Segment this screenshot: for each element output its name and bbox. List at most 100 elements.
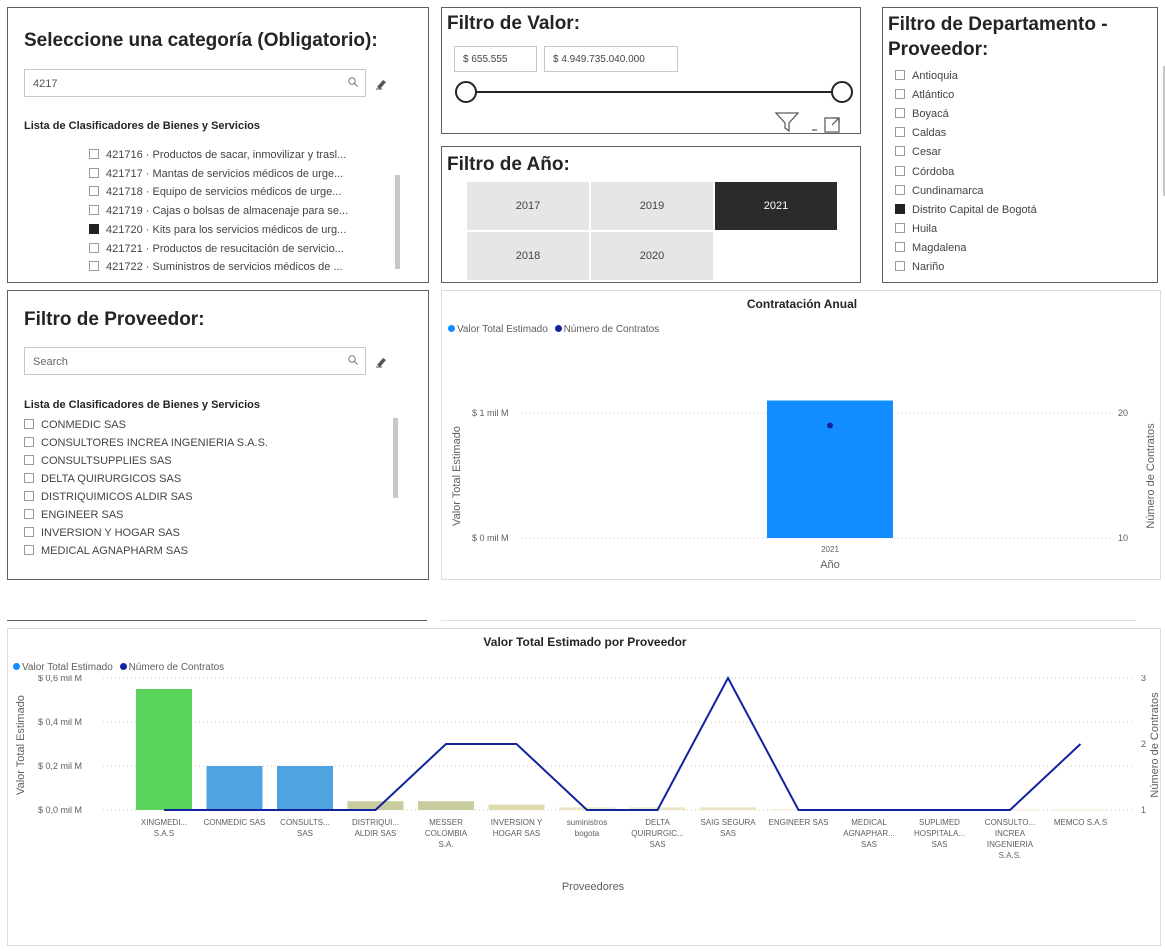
checkbox[interactable] [895, 127, 905, 138]
x-tick-label: SAIG SEGURA SAS [700, 818, 756, 838]
provider-bar[interactable] [700, 807, 756, 810]
value-slider[interactable] [452, 78, 857, 106]
filter-icon[interactable] [774, 111, 800, 133]
checkbox[interactable] [89, 167, 99, 178]
checkbox[interactable] [895, 108, 905, 119]
department-item[interactable]: Huila [895, 221, 937, 237]
checkbox[interactable] [895, 70, 905, 80]
y-tick-label: $ 0 mil M [472, 533, 509, 543]
y-tick-label: $ 0,2 mil M [38, 761, 82, 771]
y2-tick-label: 10 [1118, 533, 1128, 543]
checkbox[interactable] [89, 149, 99, 159]
year-tile-2020[interactable]: 2020 [591, 232, 713, 280]
provider-bar[interactable] [1052, 809, 1109, 811]
y2-tick-label: 1 [1141, 805, 1146, 815]
y-axis-label: Valor Total Estimado [451, 426, 463, 526]
category-item-label: 421722 · Suministros de servicios médico… [106, 261, 343, 274]
checkbox[interactable] [895, 203, 905, 214]
checkbox[interactable] [24, 419, 34, 429]
department-item[interactable]: Boyacá [895, 106, 949, 122]
provider-item[interactable]: MEDICAL AGNAPHARM SAS [24, 543, 188, 559]
provider-item[interactable]: ENGINEER SAS [24, 507, 124, 523]
checkbox[interactable] [24, 455, 34, 465]
provider-bar[interactable] [418, 801, 474, 810]
department-item[interactable]: Magdalena [895, 240, 966, 256]
provider-item[interactable]: CONSULTORES INCREA INGENIERIA S.A.S. [24, 435, 268, 451]
value-max-input[interactable]: $ 4.949.735.040.000 [544, 46, 678, 72]
department-item-label: Distrito Capital de Bogotá [912, 203, 1037, 216]
checkbox[interactable] [89, 186, 99, 197]
checkbox[interactable] [24, 473, 34, 483]
category-search-input[interactable]: 4217 [24, 69, 366, 97]
provider-item[interactable]: DELTA QUIRURGICOS SAS [24, 471, 181, 487]
checkbox[interactable] [24, 437, 34, 447]
checkbox[interactable] [895, 222, 905, 233]
checkbox[interactable] [895, 89, 905, 100]
checkbox[interactable] [89, 242, 99, 253]
x-tick-label: CONMEDIC SAS [204, 818, 266, 827]
checkbox[interactable] [24, 545, 34, 555]
category-item[interactable]: 421717 · Mantas de servicios médicos de … [89, 166, 343, 182]
x-tick-label: DISTRIQUI... ALDIR SAS [352, 818, 399, 838]
provider-item[interactable]: INVERSION Y HOGAR SAS [24, 525, 180, 541]
chart1-title: Contratación Anual [746, 297, 858, 311]
category-item[interactable]: 421718 · Equipo de servicios médicos de … [89, 184, 341, 200]
year-tile-2018[interactable]: 2018 [467, 232, 589, 280]
year-tile-2017[interactable]: 2017 [467, 182, 589, 230]
category-item[interactable]: 421721 · Productos de resucitación de se… [89, 241, 344, 257]
checkbox[interactable] [89, 223, 99, 234]
annual-contracts-chart-panel: Contratación Anual Valor Total Estimado … [441, 290, 1161, 580]
provider-bar[interactable] [206, 766, 263, 810]
provider-bar[interactable] [136, 689, 192, 810]
department-item[interactable]: Distrito Capital de Bogotá [895, 202, 1037, 218]
category-item-label: 421718 · Equipo de servicios médicos de … [106, 186, 342, 199]
category-list-scrollbar[interactable] [395, 175, 400, 269]
department-item[interactable]: Córdoba [895, 164, 954, 180]
department-item-label: Cundinamarca [912, 184, 984, 197]
provider-bar[interactable] [488, 804, 545, 811]
checkbox[interactable] [89, 205, 99, 216]
checkbox[interactable] [24, 491, 34, 501]
checkbox[interactable] [24, 509, 34, 519]
category-item-label: 421717 · Mantas de servicios médicos de … [106, 167, 344, 180]
department-item[interactable]: Caldas [895, 125, 946, 141]
checkbox[interactable] [24, 527, 34, 537]
value-min-input[interactable]: $ 655.555 [454, 46, 537, 72]
category-item-label: 421721 · Productos de resucitación de se… [106, 242, 344, 255]
department-item[interactable]: Cundinamarca [895, 183, 984, 199]
provider-item-label: ENGINEER SAS [41, 509, 124, 521]
category-item-label: 421719 · Cajas o bolsas de almacenaje pa… [106, 205, 349, 218]
category-item[interactable]: 421716 · Productos de sacar, inmovilizar… [89, 147, 346, 163]
provider-list-scrollbar[interactable] [393, 418, 398, 498]
year-tile-2021[interactable]: 2021 [715, 182, 837, 230]
department-item-label: Córdoba [912, 165, 955, 178]
checkbox[interactable] [895, 241, 905, 252]
checkbox[interactable] [895, 261, 905, 271]
department-item[interactable]: Atlántico [895, 87, 954, 103]
checkbox[interactable] [895, 146, 905, 157]
eraser-icon[interactable] [374, 77, 388, 91]
category-item[interactable]: 421722 · Suministros de servicios médico… [89, 259, 343, 275]
x-tick-label: CONSULTS... SAS [280, 818, 330, 838]
category-item[interactable]: 421719 · Cajas o bolsas de almacenaje pa… [89, 203, 348, 219]
provider-item-label: DELTA QUIRURGICOS SAS [41, 473, 182, 485]
bar-2021[interactable] [767, 400, 893, 539]
count-point-2021[interactable] [827, 422, 833, 429]
department-filter-panel: Filtro de Departamento - Proveedor: Anti… [882, 7, 1165, 283]
checkbox[interactable] [89, 261, 99, 272]
provider-bar[interactable] [277, 766, 333, 810]
department-item[interactable]: Nariño [895, 259, 944, 275]
department-item-label: Cesar [912, 146, 942, 159]
provider-item[interactable]: CONMEDIC SAS [24, 417, 126, 433]
checkbox[interactable] [895, 165, 905, 176]
provider-item-label: CONSULTSUPPLIES SAS [41, 455, 172, 467]
department-item[interactable]: Cesar [895, 144, 941, 160]
category-search-value: 4217 [33, 78, 58, 90]
department-item[interactable]: Antioquia [895, 68, 958, 84]
provider-item[interactable]: DISTRIQUIMICOS ALDIR SAS [24, 489, 193, 505]
focus-mode-icon[interactable] [812, 114, 856, 134]
checkbox[interactable] [895, 184, 905, 195]
year-tile-2019[interactable]: 2019 [591, 182, 713, 230]
category-item[interactable]: 421720 · Kits para los servicios médicos… [89, 222, 346, 238]
provider-item[interactable]: CONSULTSUPPLIES SAS [24, 453, 172, 469]
